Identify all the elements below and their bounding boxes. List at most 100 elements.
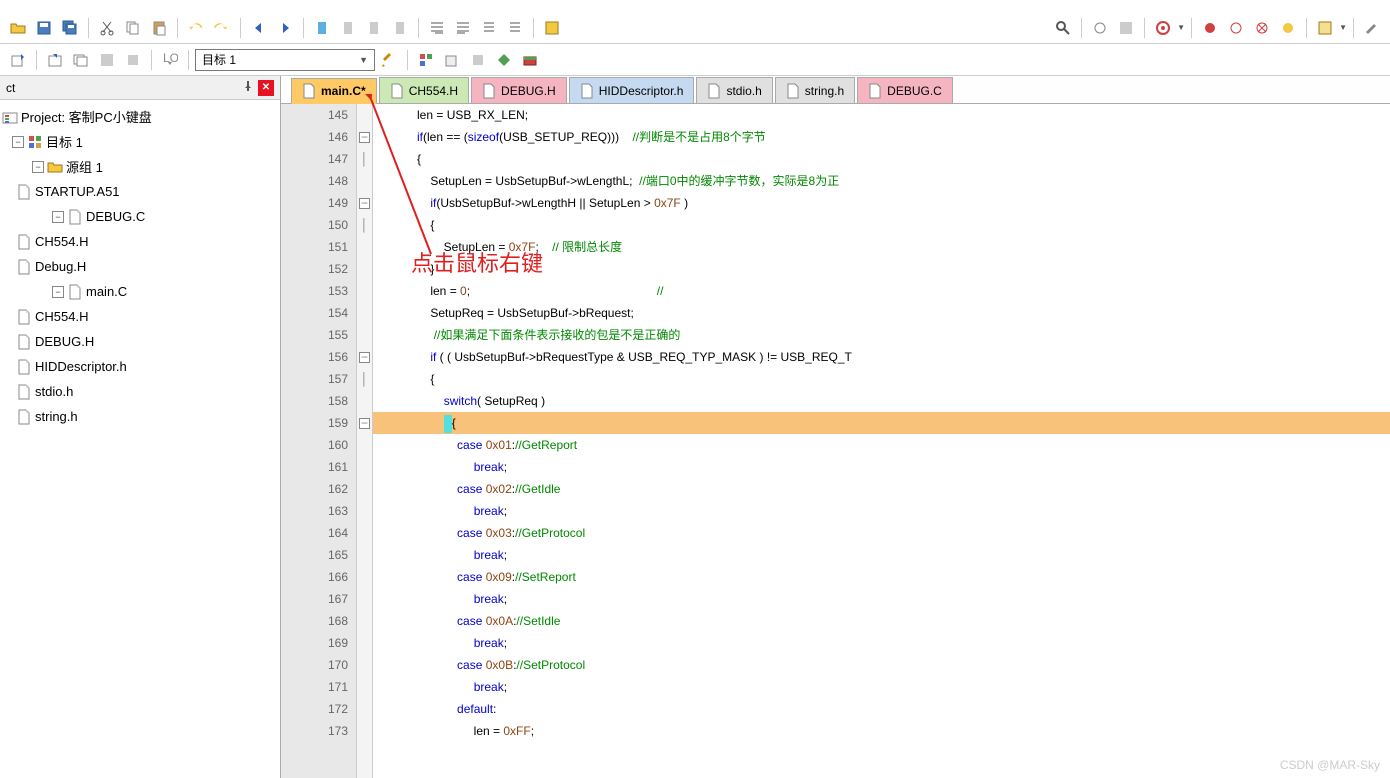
fold-marker[interactable]: − [357,192,372,214]
code-line[interactable]: case 0x0A://SetIdle [373,610,1390,632]
fold-marker[interactable] [357,170,372,192]
find-icon[interactable] [1051,16,1075,40]
download-icon[interactable]: LOAD [158,48,182,72]
code-line[interactable]: case 0x02://GetIdle [373,478,1390,500]
bookmark-prev-icon[interactable] [336,16,360,40]
fold-marker[interactable] [357,720,372,742]
code-line[interactable]: len = 0; // [373,280,1390,302]
outdent-icon[interactable] [451,16,475,40]
tree-item[interactable]: STARTUP.A51 [2,179,278,204]
comment-icon[interactable] [477,16,501,40]
code-line[interactable]: break; [373,632,1390,654]
editor-tab[interactable]: main.C* [291,78,377,104]
tree-item[interactable]: CH554.H [2,304,278,329]
redo-icon[interactable] [210,16,234,40]
code-line[interactable]: break; [373,456,1390,478]
manage-proj-icon[interactable] [414,48,438,72]
code-editor[interactable]: 1451461471481491501511521531541551561571… [281,104,1390,778]
fold-marker[interactable] [357,566,372,588]
tree-item[interactable]: −DEBUG.C [2,204,278,229]
fold-marker[interactable] [357,610,372,632]
fold-marker[interactable] [357,544,372,566]
fold-marker[interactable] [357,258,372,280]
indent-icon[interactable] [425,16,449,40]
tree-root[interactable]: Project: 客制PC小键盘 [2,104,278,129]
forward-icon[interactable] [273,16,297,40]
fold-marker[interactable] [357,478,372,500]
code-line[interactable]: break; [373,500,1390,522]
fold-marker[interactable] [357,698,372,720]
code-line[interactable]: { [373,214,1390,236]
code-line[interactable]: SetupReq = UsbSetupBuf->bRequest; [373,302,1390,324]
copy-icon[interactable] [121,16,145,40]
cut-icon[interactable] [95,16,119,40]
fold-marker[interactable]: − [357,412,372,434]
save-all-icon[interactable] [58,16,82,40]
code-line[interactable]: //如果满足下面条件表示接收的包是不是正确的 [373,324,1390,346]
code-line[interactable]: default: [373,698,1390,720]
rebuild-icon[interactable] [69,48,93,72]
fold-marker[interactable] [357,104,372,126]
fold-marker[interactable] [357,302,372,324]
options-target-icon[interactable] [377,48,401,72]
editor-tab[interactable]: HIDDescriptor.h [569,77,695,103]
code-line[interactable]: { [373,368,1390,390]
target-icon[interactable] [1151,16,1175,40]
save-icon[interactable] [32,16,56,40]
project-tree[interactable]: Project: 客制PC小键盘 − 目标 1 − 源组 1 STARTUP.A… [0,100,280,778]
translate-icon[interactable] [6,48,30,72]
code-line[interactable]: { [373,412,1390,434]
stop-build-icon[interactable] [121,48,145,72]
code-line[interactable]: case 0x09://SetReport [373,566,1390,588]
code-line[interactable]: SetupLen = 0x7F; // 限制总长度 [373,236,1390,258]
breakpoint-manage-icon[interactable] [1276,16,1300,40]
multi-proj-icon[interactable] [440,48,464,72]
code-line[interactable]: switch( SetupReq ) [373,390,1390,412]
fold-marker[interactable]: │ [357,214,372,236]
fold-marker[interactable] [357,676,372,698]
target-dropdown[interactable]: 目标 1 ▼ [195,49,375,71]
editor-tab[interactable]: string.h [775,77,855,103]
tree-item[interactable]: DEBUG.H [2,329,278,354]
pin-icon[interactable] [242,80,254,95]
window-icon[interactable] [1313,16,1337,40]
build-icon[interactable] [43,48,67,72]
code-line[interactable]: if(len == (sizeof(USB_SETUP_REQ))) //判断是… [373,126,1390,148]
editor-tab[interactable]: DEBUG.H [471,77,567,103]
editor-tab[interactable]: stdio.h [696,77,772,103]
code-line[interactable]: case 0x01://GetReport [373,434,1390,456]
editor-tab[interactable]: DEBUG.C [857,77,953,103]
tree-item[interactable]: CH554.H [2,229,278,254]
open-icon[interactable] [6,16,30,40]
fold-marker[interactable] [357,654,372,676]
bookmark-icon[interactable] [310,16,334,40]
code-line[interactable]: { [373,148,1390,170]
rte-icon[interactable] [492,48,516,72]
breakpoint-disable-icon[interactable] [1224,16,1248,40]
fold-marker[interactable] [357,500,372,522]
back-icon[interactable] [247,16,271,40]
bookmark-clear-icon[interactable] [388,16,412,40]
code-line[interactable]: if ( ( UsbSetupBuf->bRequestType & USB_R… [373,346,1390,368]
tree-item[interactable]: stdio.h [2,379,278,404]
pack-icon[interactable] [466,48,490,72]
collapse-icon[interactable]: − [32,161,44,173]
code-line[interactable]: break; [373,588,1390,610]
fold-marker[interactable] [357,390,372,412]
tree-group[interactable]: − 源组 1 [2,154,278,179]
breakpoint-kill-icon[interactable] [1250,16,1274,40]
fold-marker[interactable]: │ [357,368,372,390]
undo-icon[interactable] [184,16,208,40]
code-line[interactable]: case 0x03://GetProtocol [373,522,1390,544]
fold-marker[interactable] [357,588,372,610]
tree-item[interactable]: HIDDescriptor.h [2,354,278,379]
code-line[interactable]: if(UsbSetupBuf->wLengthH || SetupLen > 0… [373,192,1390,214]
code-line[interactable]: len = USB_RX_LEN; [373,104,1390,126]
options-icon[interactable] [1114,16,1138,40]
code-line[interactable]: case 0x0B://SetProtocol [373,654,1390,676]
bookmark-next-icon[interactable] [362,16,386,40]
debug-icon[interactable] [1088,16,1112,40]
fold-marker[interactable] [357,236,372,258]
collapse-icon[interactable]: − [52,286,64,298]
batch-build-icon[interactable] [95,48,119,72]
